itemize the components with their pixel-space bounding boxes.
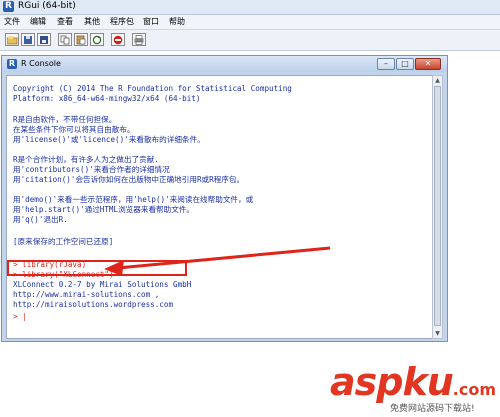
annotation-arrow-icon bbox=[104, 246, 331, 276]
watermark-subtitle: 免费网站源码下载站! bbox=[390, 404, 475, 414]
watermark-logo: aspku.com bbox=[330, 360, 497, 404]
